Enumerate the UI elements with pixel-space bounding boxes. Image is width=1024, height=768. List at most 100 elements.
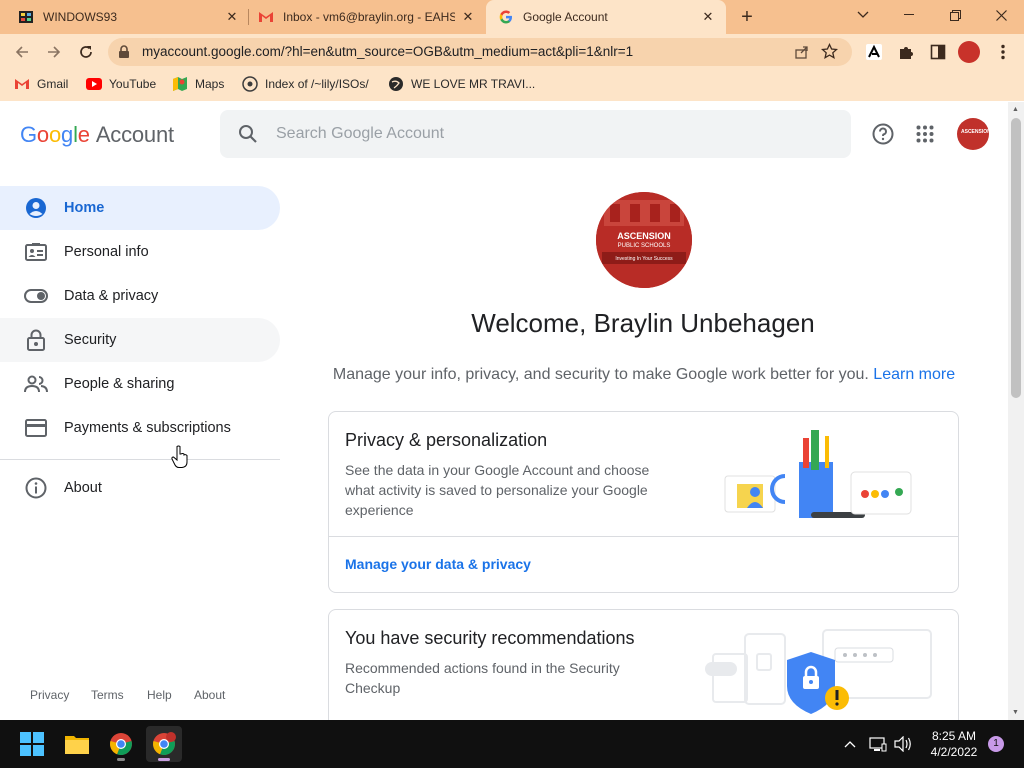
tab-gmail-inbox[interactable]: Inbox - vm6@braylin.org - EAHS ✕ bbox=[240, 0, 488, 34]
close-window-button[interactable] bbox=[978, 0, 1024, 30]
account-avatar[interactable]: ASCENSION bbox=[957, 118, 989, 150]
show-hidden-icons-chevron-icon[interactable] bbox=[840, 734, 860, 754]
taskbar-clock[interactable]: 8:25 AM 4/2/2022 bbox=[922, 728, 986, 760]
chrome-profile-taskbar-button[interactable] bbox=[146, 726, 182, 762]
footer-about-link[interactable]: About bbox=[194, 688, 225, 702]
manage-data-privacy-link[interactable]: Manage your data & privacy bbox=[345, 556, 531, 572]
start-button[interactable] bbox=[14, 726, 50, 762]
chrome-profile-avatar[interactable] bbox=[958, 41, 980, 63]
lock-icon bbox=[24, 328, 48, 352]
extensions-puzzle-icon[interactable] bbox=[896, 42, 916, 62]
sidebar-item-label: Data & privacy bbox=[64, 288, 159, 304]
search-icon[interactable] bbox=[238, 124, 258, 149]
hand-cursor-icon bbox=[171, 445, 188, 468]
share-icon[interactable] bbox=[794, 44, 810, 65]
restore-button[interactable] bbox=[932, 0, 978, 30]
bookmark-index-isos[interactable]: Index of /~lily/ISOs/ bbox=[242, 70, 369, 98]
tab-google-account[interactable]: Google Account ✕ bbox=[486, 0, 726, 34]
sidebar-item-label: Home bbox=[64, 200, 105, 216]
logo-letter: G bbox=[20, 122, 37, 147]
bookmark-maps[interactable]: Maps bbox=[172, 70, 224, 98]
extension-a-icon[interactable] bbox=[864, 42, 884, 62]
sidebar-item-label: Personal info bbox=[64, 244, 149, 260]
avatar-text: ASCENSION bbox=[961, 129, 989, 135]
page-scrollbar[interactable]: ▲ ▼ bbox=[1008, 102, 1024, 720]
bookmark-label: WE LOVE MR TRAVI... bbox=[411, 77, 536, 91]
notification-badge[interactable]: 1 bbox=[988, 736, 1004, 752]
tab-search-chevron-icon[interactable] bbox=[840, 0, 886, 30]
minimize-button[interactable] bbox=[886, 0, 932, 30]
back-button[interactable] bbox=[8, 38, 36, 66]
tab-windows93[interactable]: WINDOWS93 ✕ bbox=[0, 0, 248, 34]
lock-icon[interactable] bbox=[118, 45, 130, 64]
search-input[interactable] bbox=[276, 110, 836, 158]
sidebar-item-label: People & sharing bbox=[64, 376, 175, 392]
tab-strip: WINDOWS93 ✕ Inbox - vm6@braylin.org - EA… bbox=[0, 0, 1024, 34]
toggle-icon bbox=[24, 284, 48, 308]
sidebar-item-people-sharing[interactable]: People & sharing bbox=[0, 362, 280, 406]
search-box[interactable] bbox=[220, 110, 851, 158]
bookmark-we-love-mr-travi[interactable]: WE LOVE MR TRAVI... bbox=[388, 70, 535, 98]
profile-picture-art: ASCENSION PUBLIC SCHOOLS Investing In Yo… bbox=[596, 192, 692, 288]
sidebar-item-label: Security bbox=[64, 332, 117, 348]
security-recommendations-card[interactable]: You have security recommendations Recomm… bbox=[328, 609, 959, 720]
address-bar[interactable]: myaccount.google.com/?hl=en&utm_source=O… bbox=[108, 38, 852, 66]
reload-button[interactable] bbox=[72, 38, 100, 66]
welcome-subtitle: Manage your info, privacy, and security … bbox=[330, 366, 958, 384]
sidebar-item-label: Payments & subscriptions bbox=[64, 420, 231, 436]
new-tab-button[interactable]: + bbox=[736, 6, 758, 28]
tab-title: Google Account bbox=[523, 10, 608, 24]
sidebar-item-data-privacy[interactable]: Data & privacy bbox=[0, 274, 280, 318]
privacy-personalization-card[interactable]: Privacy & personalization See the data i… bbox=[328, 411, 959, 593]
bookmark-star-icon[interactable] bbox=[820, 42, 839, 65]
tab-title: WINDOWS93 bbox=[43, 10, 118, 24]
learn-more-link[interactable]: Learn more bbox=[873, 366, 955, 383]
bookmark-label: YouTube bbox=[109, 77, 157, 91]
close-tab-icon[interactable]: ✕ bbox=[224, 9, 240, 25]
bookmark-gmail[interactable]: Gmail bbox=[14, 70, 68, 98]
profile-text-line3: Investing In Your Success bbox=[615, 256, 673, 262]
chrome-menu-icon[interactable] bbox=[993, 42, 1013, 62]
google-account-logo[interactable]: Google Account bbox=[20, 122, 174, 148]
google-apps-icon[interactable] bbox=[913, 122, 937, 146]
scroll-down-arrow-icon[interactable]: ▼ bbox=[1012, 709, 1019, 716]
sidebar-item-personal-info[interactable]: Personal info bbox=[0, 230, 280, 274]
sidebar-divider bbox=[0, 459, 280, 460]
volume-icon[interactable] bbox=[893, 734, 913, 754]
close-tab-icon[interactable]: ✕ bbox=[700, 9, 716, 25]
profile-text-line2: PUBLIC SCHOOLS bbox=[618, 243, 671, 249]
bookmark-youtube[interactable]: YouTube bbox=[86, 70, 156, 98]
bookmark-label: Index of /~lily/ISOs/ bbox=[265, 77, 369, 91]
footer-terms-link[interactable]: Terms bbox=[91, 688, 124, 702]
subtitle-text: Manage your info, privacy, and security … bbox=[332, 366, 869, 383]
info-icon bbox=[24, 476, 48, 500]
sidebar-item-security[interactable]: Security bbox=[0, 318, 280, 362]
id-card-icon bbox=[24, 240, 48, 264]
chrome-taskbar-button[interactable] bbox=[103, 726, 139, 762]
footer-privacy-link[interactable]: Privacy bbox=[30, 688, 69, 702]
card-title: You have security recommendations bbox=[345, 628, 635, 648]
sidebar-item-payments-subscriptions[interactable]: Payments & subscriptions bbox=[0, 406, 280, 450]
scroll-up-arrow-icon[interactable]: ▲ bbox=[1012, 106, 1019, 113]
taskbar-indicator bbox=[158, 758, 170, 761]
footer-help-link[interactable]: Help bbox=[147, 688, 172, 702]
forward-button[interactable] bbox=[40, 38, 68, 66]
clock-date: 4/2/2022 bbox=[930, 745, 978, 759]
welcome-heading: Welcome, Braylin Unbehagen bbox=[471, 308, 815, 338]
index-icon bbox=[242, 76, 258, 92]
file-explorer-taskbar-button[interactable] bbox=[59, 726, 95, 762]
network-icon[interactable] bbox=[868, 734, 888, 754]
help-icon[interactable] bbox=[871, 122, 895, 146]
sidebar-item-home[interactable]: Home bbox=[0, 186, 280, 230]
logo-letter: e bbox=[77, 122, 90, 147]
windows-taskbar: 8:25 AM 4/2/2022 1 bbox=[0, 720, 1024, 768]
profile-picture[interactable]: ASCENSION PUBLIC SCHOOLS Investing In Yo… bbox=[596, 192, 692, 288]
card-divider bbox=[329, 536, 958, 537]
side-panel-icon[interactable] bbox=[928, 42, 948, 62]
scrollbar-thumb[interactable] bbox=[1011, 118, 1021, 398]
logo-letter: g bbox=[61, 122, 74, 147]
close-tab-icon[interactable]: ✕ bbox=[460, 9, 476, 25]
globe-icon bbox=[388, 76, 404, 92]
sidebar-item-about[interactable]: About bbox=[0, 466, 280, 510]
people-icon bbox=[24, 372, 48, 396]
